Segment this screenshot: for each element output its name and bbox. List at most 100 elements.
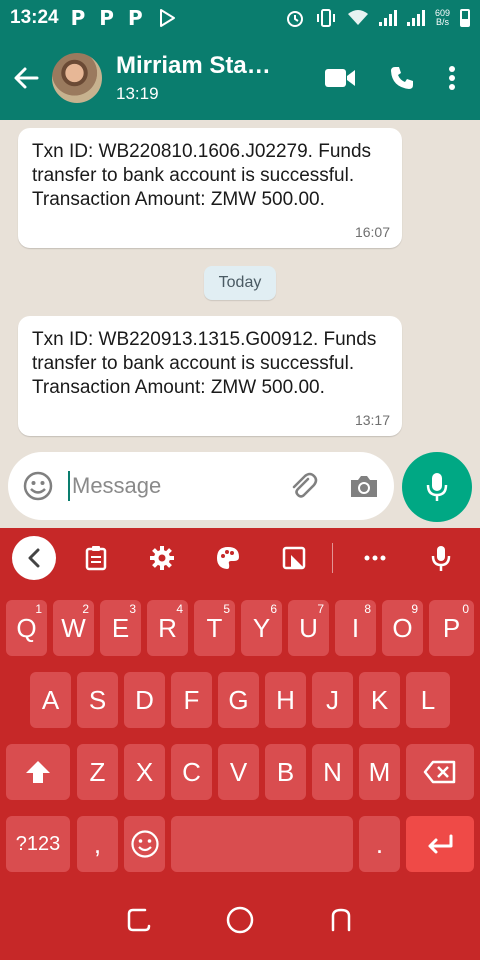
key-p[interactable]: 0P: [429, 600, 474, 656]
key-f[interactable]: F: [171, 672, 212, 728]
key-hint: 3: [129, 602, 136, 616]
key-label: Q: [16, 612, 37, 643]
shift-icon: [26, 761, 50, 783]
theme-button[interactable]: [214, 544, 242, 572]
key-hint: 2: [82, 602, 89, 616]
message-input[interactable]: [72, 473, 252, 499]
key-hint: 1: [35, 602, 42, 616]
more-horiz-icon: [364, 555, 386, 561]
message-text: Txn ID: WB220810.1606.J02279. Funds tran…: [32, 141, 372, 210]
text-cursor: [68, 471, 70, 501]
key-m[interactable]: M: [359, 744, 400, 800]
key-v[interactable]: V: [218, 744, 259, 800]
signal-2-icon: [406, 10, 425, 26]
mic-icon: [426, 473, 448, 501]
key-t[interactable]: 5T: [194, 600, 235, 656]
paperclip-icon[interactable]: [288, 471, 318, 501]
emoji-key[interactable]: [124, 816, 165, 872]
message-time: 13:17: [354, 412, 390, 428]
status-bar: 13:24 P P P 609 B/s: [0, 0, 480, 36]
message-bubble[interactable]: Txn ID: WB220913.1315.G00912. Funds tran…: [18, 316, 402, 436]
key-w[interactable]: 2W: [53, 600, 94, 656]
key-hint: 8: [364, 602, 371, 616]
notification-p-icon: P: [99, 6, 114, 30]
more-vert-icon[interactable]: [448, 65, 456, 91]
camera-icon[interactable]: [348, 472, 380, 500]
contact-info[interactable]: Mirriam Sta… 13:19: [116, 52, 296, 104]
chevron-left-icon: [28, 548, 40, 568]
back-nav-icon[interactable]: [327, 906, 355, 934]
key-o[interactable]: 9O: [382, 600, 423, 656]
home-icon[interactable]: [225, 905, 255, 935]
comma-key[interactable]: ,: [77, 816, 118, 872]
one-handed-icon: [282, 546, 306, 570]
key-label: R: [158, 612, 177, 643]
recents-icon[interactable]: [125, 906, 153, 934]
key-label: T: [206, 612, 223, 643]
notification-icons: P P P: [71, 6, 177, 30]
network-speed-unit: B/s: [435, 17, 449, 27]
key-r[interactable]: 4R: [147, 600, 188, 656]
symbols-key[interactable]: ?123: [6, 816, 70, 872]
key-g[interactable]: G: [218, 672, 259, 728]
key-hint: 4: [176, 602, 183, 616]
key-k[interactable]: K: [359, 672, 400, 728]
key-z[interactable]: Z: [77, 744, 118, 800]
key-c[interactable]: C: [171, 744, 212, 800]
key-label: P: [442, 612, 461, 643]
video-call-icon[interactable]: [324, 67, 356, 89]
key-l[interactable]: L: [406, 672, 450, 728]
keyboard-collapse-button[interactable]: [12, 536, 56, 580]
chat-header: Mirriam Sta… 13:19: [0, 36, 480, 120]
key-x[interactable]: X: [124, 744, 165, 800]
enter-icon: [428, 834, 453, 854]
key-a[interactable]: A: [30, 672, 71, 728]
key-d[interactable]: D: [124, 672, 165, 728]
backspace-key[interactable]: [406, 744, 474, 800]
gear-icon: [150, 546, 174, 570]
key-b[interactable]: B: [265, 744, 306, 800]
key-e[interactable]: 3E: [100, 600, 141, 656]
status-time: 13:24: [10, 7, 59, 28]
message-time: 16:07: [354, 224, 390, 240]
key-u[interactable]: 7U: [288, 600, 329, 656]
battery-icon: [460, 9, 470, 27]
key-label: U: [299, 612, 318, 643]
clipboard-icon: [85, 546, 107, 571]
network-speed: 609 B/s: [435, 9, 450, 27]
message-composer: [8, 452, 394, 520]
emoji-icon[interactable]: [22, 470, 54, 502]
signal-1-icon: [378, 10, 397, 26]
contact-avatar[interactable]: [50, 51, 104, 105]
last-seen: 13:19: [116, 84, 159, 103]
key-h[interactable]: H: [265, 672, 306, 728]
key-n[interactable]: N: [312, 744, 353, 800]
message-bubble[interactable]: Txn ID: WB220810.1606.J02279. Funds tran…: [18, 128, 402, 248]
voice-record-button[interactable]: [402, 452, 472, 522]
notification-p-icon: P: [127, 6, 143, 30]
key-hint: 6: [270, 602, 277, 616]
voice-call-icon[interactable]: [388, 64, 416, 92]
back-button[interactable]: [4, 56, 48, 100]
key-q[interactable]: 1Q: [6, 600, 47, 656]
key-s[interactable]: S: [77, 672, 118, 728]
resize-button[interactable]: [280, 544, 308, 572]
key-i[interactable]: 8I: [335, 600, 376, 656]
keyboard-toolbar: [0, 528, 480, 588]
more-button[interactable]: [361, 544, 389, 572]
key-j[interactable]: J: [312, 672, 353, 728]
voice-input-button[interactable]: [427, 544, 455, 572]
wifi-icon: [347, 10, 368, 25]
space-key[interactable]: [171, 816, 353, 872]
message-text: Txn ID: WB220913.1315.G00912. Funds tran…: [32, 329, 377, 398]
period-key[interactable]: .: [359, 816, 400, 872]
key-y[interactable]: 6Y: [241, 600, 282, 656]
backspace-icon: [423, 760, 456, 784]
settings-button[interactable]: [148, 544, 176, 572]
system-nav-bar: [0, 880, 480, 960]
key-label: W: [61, 612, 86, 643]
key-hint: 9: [411, 602, 418, 616]
clipboard-button[interactable]: [82, 544, 110, 572]
enter-key[interactable]: [406, 816, 474, 872]
shift-key[interactable]: [6, 744, 70, 800]
